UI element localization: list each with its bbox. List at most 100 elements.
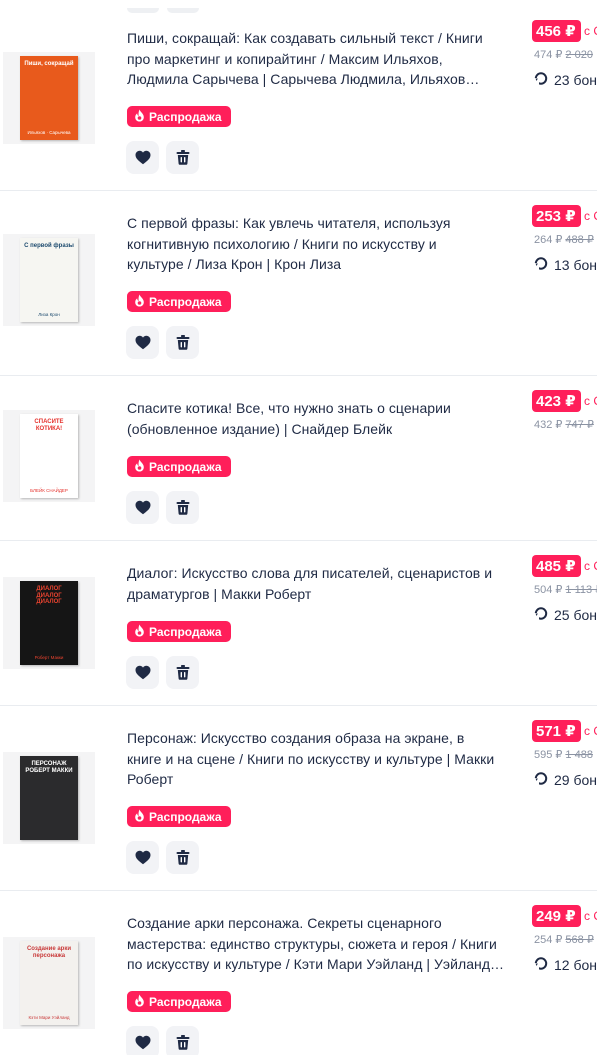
trash-icon	[176, 150, 190, 165]
favorite-button[interactable]	[126, 1026, 159, 1055]
sale-badge: Распродажа	[127, 291, 231, 312]
favorite-button[interactable]	[126, 656, 159, 689]
book-cover-title: СПАСИТЕ КОТИКА!	[34, 419, 64, 432]
book-cover-title: Пиши, сокращай	[24, 61, 74, 67]
product-title[interactable]: С первой фразы: Как увлечь читателя, исп…	[127, 213, 507, 275]
book-cover-art: Пиши, сокращай Ильяхов · Сарычева	[20, 56, 78, 140]
bonus-label: 13 бону	[554, 257, 597, 273]
cart-item: Пиши, сокращай Ильяхов · Сарычева Пиши, со…	[0, 0, 597, 191]
book-cover[interactable]: СПАСИТЕ КОТИКА! БЛЕЙК СНАЙДЕР	[3, 410, 95, 502]
book-cover[interactable]: С первой фразы Лиза Крон	[3, 234, 95, 326]
book-cover-art: ДИАЛОГ ДИАЛОГ ДИАЛОГ Роберт Макки	[20, 581, 78, 665]
bonus-points: 25 бон	[534, 607, 597, 623]
product-title[interactable]: Спасите котика! Все, что нужно знать о с…	[127, 398, 507, 439]
regular-price: 504 ₽	[534, 584, 563, 596]
price-card-label: с С	[584, 724, 597, 738]
bonus-points: 13 бону	[534, 257, 597, 273]
heart-icon	[135, 335, 151, 350]
favorite-button[interactable]	[126, 841, 159, 874]
regular-price: 264 ₽	[534, 234, 563, 246]
fire-icon	[134, 459, 145, 475]
book-cover-title: Создание арки персонажа	[26, 946, 72, 959]
old-prices: 264 ₽488 ₽	[534, 233, 594, 246]
product-title[interactable]: Пиши, сокращай: Как создавать сильный те…	[127, 28, 507, 90]
product-title-line: Спасите котика! Все, что нужно знать о с…	[127, 400, 451, 416]
product-title-line: культуре / Лиза Крон | Крон Лиза	[127, 256, 342, 272]
cart-item: ПЕРСОНАЖ РОБЕРТ МАККИ Персонаж: Искусство…	[0, 706, 597, 891]
sale-badge: Распродажа	[127, 106, 231, 127]
sale-badge-label: Распродажа	[149, 994, 222, 1009]
crossed-price: 747 ₽	[565, 419, 594, 431]
current-price: 423 ₽	[532, 390, 581, 412]
delete-button[interactable]	[166, 1026, 199, 1055]
product-title-line: про маркетинг и копирайтинг / Максим Иль…	[127, 50, 443, 67]
delete-button[interactable]	[166, 841, 199, 874]
product-title-line: драматургов | Макки Роберт	[127, 585, 312, 602]
sale-badge: Распродажа	[127, 991, 231, 1012]
favorite-button[interactable]	[126, 491, 159, 524]
regular-price: 254 ₽	[534, 934, 563, 946]
fire-icon	[134, 109, 145, 125]
product-title-line: книге и на сцене / Книги по искусству и …	[127, 750, 495, 767]
fire-icon	[134, 624, 145, 640]
book-cover-art: Создание арки персонажа Кэти Мари Уэйланд	[20, 941, 78, 1025]
regular-price: 595 ₽	[534, 749, 563, 761]
bonus-coin-icon	[534, 607, 548, 623]
book-cover-art: СПАСИТЕ КОТИКА! БЛЕЙК СНАЙДЕР	[20, 414, 78, 498]
product-title-line: Создание арки персонажа. Секреты сценарн…	[127, 915, 442, 931]
fire-icon	[134, 294, 145, 310]
product-title-line: Диалог: Искусство слова для писателей, с…	[127, 565, 493, 581]
sale-badge-label: Распродажа	[149, 624, 222, 639]
delete-button[interactable]	[166, 656, 199, 689]
current-price: 253 ₽	[532, 205, 581, 227]
old-prices: 504 ₽1 113 ₽	[534, 583, 597, 596]
product-title-line: (обновленное издание) | Снайдер Блейк	[127, 420, 393, 437]
trash-icon	[176, 850, 190, 865]
bonus-coin-icon	[534, 257, 548, 273]
cart-item: СПАСИТЕ КОТИКА! БЛЕЙК СНАЙДЕР Спасите коти…	[0, 376, 597, 541]
book-cover-author: Лиза Крон	[38, 312, 60, 317]
heart-icon	[135, 150, 151, 165]
book-cover[interactable]: Создание арки персонажа Кэти Мари Уэйланд	[3, 937, 95, 1029]
delete-button[interactable]	[166, 326, 199, 359]
bonus-label: 29 бон	[554, 772, 597, 788]
product-title[interactable]: Диалог: Искусство слова для писателей, с…	[127, 563, 507, 604]
bonus-label: 25 бон	[554, 607, 597, 623]
delete-button[interactable]	[166, 491, 199, 524]
book-cover-author: Кэти Мари Уэйланд	[28, 1015, 70, 1020]
book-cover-author: Роберт Макки	[34, 655, 64, 660]
product-title[interactable]: Персонаж: Искусство создания образа на э…	[127, 728, 507, 790]
product-title-line: Персонаж: Искусство создания образа на э…	[127, 730, 465, 746]
product-title[interactable]: Создание арки персонажа. Секреты сценарн…	[127, 913, 507, 975]
heart-icon	[135, 1035, 151, 1050]
price-card-label: с С	[584, 24, 597, 38]
price-card-label: с С	[584, 394, 597, 408]
book-cover[interactable]: ПЕРСОНАЖ РОБЕРТ МАККИ	[3, 752, 95, 844]
sale-badge-label: Распродажа	[149, 109, 222, 124]
fire-icon	[134, 994, 145, 1010]
price-card-label: с С	[584, 909, 597, 923]
favorite-button[interactable]	[126, 141, 159, 174]
favorite-button[interactable]	[126, 326, 159, 359]
cart-item: С первой фразы Лиза Крон С первой фразы: К…	[0, 191, 597, 376]
book-cover-author: Ильяхов · Сарычева	[27, 130, 71, 135]
book-cover[interactable]: ДИАЛОГ ДИАЛОГ ДИАЛОГ Роберт Макки	[3, 577, 95, 669]
sale-badge: Распродажа	[127, 621, 231, 642]
old-prices: 595 ₽1 488	[534, 748, 593, 761]
book-cover-author: БЛЕЙК СНАЙДЕР	[30, 488, 68, 493]
product-title-line: по искусству и культуре / Кэти Мари Уэйл…	[127, 956, 505, 972]
bonus-points: 23 бону	[534, 72, 597, 88]
delete-button[interactable]	[166, 141, 199, 174]
product-title-line: мастерства: единство структуры, сюжета и…	[127, 935, 497, 952]
regular-price: 432 ₽	[534, 419, 563, 431]
trash-icon	[176, 1035, 190, 1050]
book-cover-art: С первой фразы Лиза Крон	[20, 238, 78, 322]
crossed-price: 568 ₽	[565, 934, 594, 946]
sale-badge-label: Распродажа	[149, 809, 222, 824]
cart-item: ДИАЛОГ ДИАЛОГ ДИАЛОГ Роберт Макки Диалог: …	[0, 541, 597, 706]
product-title-line: С первой фразы: Как увлечь читателя, исп…	[127, 215, 451, 231]
book-cover[interactable]: Пиши, сокращай Ильяхов · Сарычева	[3, 52, 95, 144]
current-price: 485 ₽	[532, 555, 581, 577]
regular-price: 474 ₽	[534, 49, 563, 61]
fire-icon	[134, 809, 145, 825]
